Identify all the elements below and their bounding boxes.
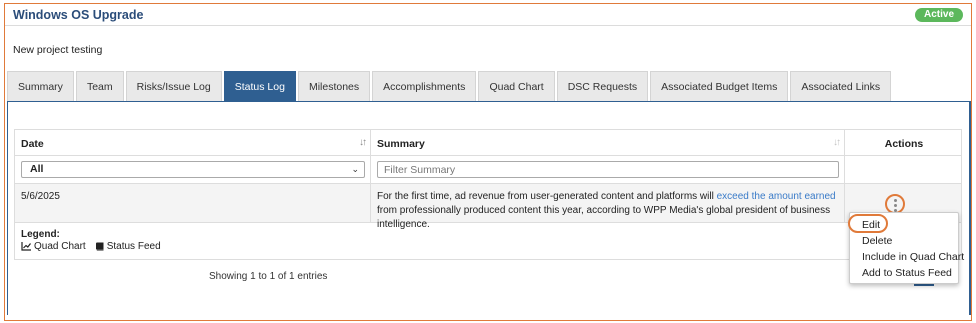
project-card: Windows OS Upgrade Active New project te… <box>4 3 972 321</box>
tab-team[interactable]: Team <box>75 71 124 101</box>
row-actions-kebab-icon[interactable] <box>885 194 905 214</box>
date-filter-select[interactable]: All ⌄ <box>21 161 365 178</box>
legend-label-status-feed: Status Feed <box>106 241 161 252</box>
actions-header-label: Actions <box>884 138 924 150</box>
filter-row: All ⌄ <box>15 156 961 184</box>
status-log-panel: Date ↓↑ Summary ↓↑ Actions All ⌄ Filter … <box>7 101 971 315</box>
summary-filter-input[interactable] <box>377 161 839 178</box>
tab-quad-chart[interactable]: Quad Chart <box>478 71 555 101</box>
tab-status-log[interactable]: Status Log <box>223 71 296 101</box>
line-chart-icon <box>21 242 31 251</box>
tab-associated-budget-items[interactable]: Associated Budget Items <box>650 71 789 101</box>
date-filter-value: All <box>30 163 44 175</box>
date-header-label: Date <box>21 138 44 150</box>
summary-header-label: Summary <box>377 138 425 150</box>
tab-milestones[interactable]: Milestones <box>297 71 371 101</box>
menu-item-delete[interactable]: Delete <box>862 235 892 247</box>
edit-highlight-ring <box>848 214 888 233</box>
date-column-header[interactable]: Date ↓↑ <box>15 130 371 155</box>
legend-item-status-feed: Status Feed <box>95 241 161 252</box>
legend-title: Legend: <box>21 229 60 240</box>
table-row: 5/6/2025 For the first time, ad revenue … <box>15 184 961 230</box>
tab-dsc-requests[interactable]: DSC Requests <box>556 71 649 101</box>
tab-accomplishments[interactable]: Accomplishments <box>372 71 477 101</box>
row-date: 5/6/2025 <box>21 191 60 202</box>
table-header-row: Date ↓↑ Summary ↓↑ Actions <box>15 130 961 156</box>
sort-desc-icon[interactable]: ↓↑ <box>359 137 367 148</box>
tab-associated-links[interactable]: Associated Links <box>790 71 892 101</box>
chevron-down-icon: ⌄ <box>351 164 359 174</box>
project-description: New project testing <box>13 44 103 56</box>
menu-item-include-in-quad-chart[interactable]: Include in Quad Chart <box>862 251 964 263</box>
tab-bar: Summary Team Risks/Issue Log Status Log … <box>7 71 893 101</box>
status-log-table: Date ↓↑ Summary ↓↑ Actions All ⌄ Filter … <box>14 129 962 260</box>
project-header: Windows OS Upgrade Active <box>5 4 971 26</box>
tab-risks-issue-log[interactable]: Risks/Issue Log <box>125 71 222 101</box>
legend-label-quad-chart: Quad Chart <box>34 241 86 252</box>
project-title: Windows OS Upgrade <box>13 8 144 22</box>
row-summary-text-start: For the first time, ad revenue from user… <box>377 191 717 202</box>
book-icon <box>95 242 104 251</box>
pagination-info: Showing 1 to 1 of 1 entries <box>209 271 328 282</box>
tab-summary[interactable]: Summary <box>7 71 74 101</box>
legend-row: Legend: Quad Chart Status Feed <box>15 223 961 259</box>
menu-item-add-to-status-feed[interactable]: Add to Status Feed <box>862 267 952 279</box>
actions-column-header: Actions <box>845 130 963 155</box>
legend-item-quad-chart: Quad Chart <box>21 241 86 252</box>
summary-link[interactable]: exceed the amount earned <box>717 191 836 202</box>
summary-column-header[interactable]: Summary ↓↑ <box>371 130 845 155</box>
status-badge: Active <box>914 8 963 22</box>
sort-icon[interactable]: ↓↑ <box>833 137 841 148</box>
